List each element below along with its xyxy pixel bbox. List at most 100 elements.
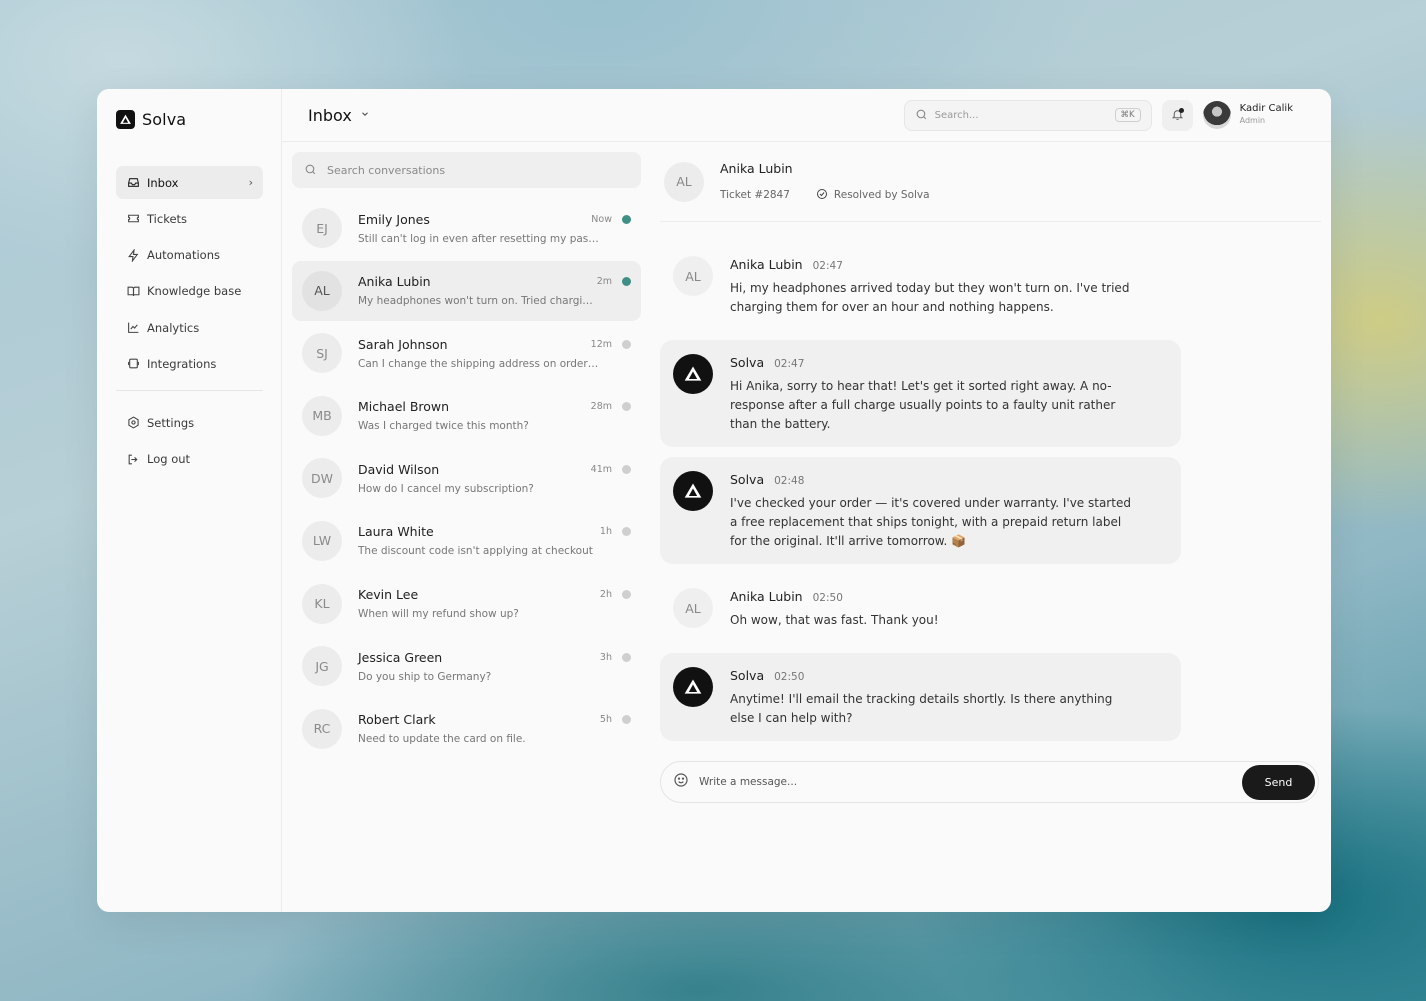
conversation-time: Now: [591, 213, 612, 225]
contact-avatar: AL: [664, 161, 704, 202]
page-title: Inbox: [308, 105, 352, 125]
content: EJ Emily Jones Now Still can't log in even …: [282, 142, 1331, 912]
conversation-item[interactable]: EJ Emily Jones Now Still can't log in even …: [292, 198, 641, 258]
contact-avatar: JG: [302, 646, 342, 687]
sidebar-divider: [116, 390, 263, 392]
chat-panel: AL Anika Lubin Ticket #2847 Resolved by …: [650, 142, 1331, 912]
message-input[interactable]: [699, 776, 1242, 788]
sidebar-item-integrations[interactable]: Integrations: [116, 347, 263, 380]
sidebar-item-settings[interactable]: Settings: [116, 406, 263, 439]
conversation-preview: My headphones won't turn on. Tried charg…: [358, 295, 599, 308]
message-time: 02:50: [774, 671, 805, 683]
status-dot: [622, 214, 631, 224]
sender-avatar: AL: [673, 588, 713, 628]
message-author: Anika Lubin: [730, 589, 803, 604]
chevron-right-icon: ›: [248, 176, 253, 189]
sidebar-item-label: Settings: [147, 415, 195, 430]
conversation-item[interactable]: JG Jessica Green 3h Do you ship to Germany?: [292, 636, 641, 696]
conversation-search-input[interactable]: [327, 163, 629, 177]
message-text: Oh wow, that was fast. Thank you!: [730, 613, 939, 627]
brand[interactable]: Solva: [116, 109, 263, 129]
status-dot: [622, 652, 631, 662]
sidebar-item-analytics[interactable]: Analytics: [116, 311, 263, 344]
contact-avatar: EJ: [302, 208, 342, 248]
notification-dot: [1178, 107, 1184, 113]
contact-avatar: KL: [302, 583, 342, 624]
sidebar-item-label: Log out: [147, 452, 191, 467]
check-circle-icon: [816, 188, 828, 203]
customer-message: AL Anika Lubin 02:50 Oh wow, that was fast.…: [660, 574, 1181, 643]
status-dot: [622, 402, 631, 412]
sidebar-item-knowledge-base[interactable]: Knowledge base: [116, 275, 263, 308]
conversation-item[interactable]: RC Robert Clark 5h Need to update the card …: [292, 699, 641, 759]
send-button[interactable]: Send: [1242, 764, 1315, 800]
contact-avatar: SJ: [302, 333, 342, 374]
inbox-icon: [126, 176, 140, 190]
solva-logo-icon: [673, 471, 713, 511]
integrations-icon: [126, 357, 140, 371]
resolved-label: Resolved by Solva: [833, 189, 930, 201]
logout-icon: [126, 452, 140, 466]
resolved-status: Resolved by Solva: [816, 188, 930, 203]
status-dot: [622, 590, 631, 600]
conversation-items: EJ Emily Jones Now Still can't log in even …: [292, 198, 650, 759]
conversation-item[interactable]: LW Laura White 1h The discount code isn't a…: [292, 511, 641, 571]
message-thread: AL Anika Lubin 02:47 Hi, my headphones arri…: [660, 222, 1321, 751]
chart-icon: [126, 321, 140, 335]
conversation-item[interactable]: MB Michael Brown 28m Was I charged twice th…: [292, 386, 641, 446]
message-time: 02:50: [812, 592, 843, 604]
conversation-item[interactable]: DW David Wilson 41m How do I cancel my subs…: [292, 448, 641, 508]
conversation-time: 41m: [590, 463, 612, 475]
global-search[interactable]: ⌘K: [903, 99, 1152, 131]
sidebar-item-tickets[interactable]: Tickets: [116, 202, 263, 235]
contact-avatar: LW: [302, 520, 342, 561]
sidebar-item-inbox[interactable]: Inbox ›: [116, 166, 263, 199]
sidebar-item-label: Analytics: [147, 320, 200, 335]
sender-avatar: AL: [673, 256, 713, 296]
search-shortcut: ⌘K: [1114, 108, 1141, 122]
conversation-item[interactable]: AL Anika Lubin 2m My headphones won't turn …: [292, 260, 641, 321]
conversation-time: 2m: [596, 276, 612, 288]
message-author: Solva: [730, 668, 765, 683]
notifications-button[interactable]: [1161, 99, 1193, 131]
bolt-icon: [126, 248, 140, 262]
sidebar-item-label: Integrations: [147, 356, 217, 371]
emoji-icon[interactable]: [673, 772, 689, 792]
book-icon: [126, 284, 140, 298]
conversation-preview: Still can't log in even after resetting …: [358, 232, 599, 245]
conversation-name: Anika Lubin: [358, 274, 431, 290]
conversation-list: EJ Emily Jones Now Still can't log in even …: [282, 142, 650, 912]
conversation-search[interactable]: [292, 152, 641, 188]
app-window: Solva Inbox › Tickets Automations Knowle…: [97, 89, 1331, 912]
conversation-name: Laura White: [358, 524, 434, 540]
bot-message: Solva 02:47 Hi Anika, sorry to hear that! …: [660, 340, 1181, 447]
conversation-preview: How do I cancel my subscription?: [358, 482, 534, 495]
conversation-item[interactable]: KL Kevin Lee 2h When will my refund show up…: [292, 574, 641, 634]
message-time: 02:47: [774, 358, 805, 370]
message-text: I've checked your order — it's covered u…: [730, 496, 1131, 548]
ticket-number: Ticket #2847: [720, 189, 790, 201]
avatar: [1202, 101, 1231, 129]
status-dot: [622, 527, 631, 537]
user-menu[interactable]: Kadir Calik Admin: [1202, 101, 1293, 129]
bot-message: Solva 02:50 Anytime! I'll email the tracki…: [660, 653, 1181, 741]
conversation-preview: Need to update the card on file.: [358, 733, 526, 746]
sidebar: Solva Inbox › Tickets Automations Knowle…: [97, 89, 282, 912]
sidebar-item-logout[interactable]: Log out: [116, 443, 263, 476]
conversation-name: David Wilson: [358, 461, 440, 477]
status-dot: [622, 339, 631, 349]
conversation-preview: When will my refund show up?: [358, 608, 519, 621]
conversation-item[interactable]: SJ Sarah Johnson 12m Can I change the shipp…: [292, 323, 641, 383]
sidebar-item-automations[interactable]: Automations: [116, 239, 263, 272]
global-search-input[interactable]: [934, 109, 1108, 121]
inbox-dropdown[interactable]: Inbox: [308, 106, 370, 125]
solva-logo-icon: [116, 109, 135, 129]
message-composer: Send: [660, 761, 1319, 803]
sidebar-item-label: Knowledge base: [147, 284, 242, 299]
solva-logo-icon: [673, 354, 713, 394]
conversation-preview: The discount code isn't applying at chec…: [358, 545, 593, 558]
chevron-down-icon: [360, 109, 370, 122]
solva-logo-icon: [673, 667, 713, 707]
message-author: Anika Lubin: [730, 257, 803, 272]
customer-message: AL Anika Lubin 02:47 Hi, my headphones arri…: [660, 242, 1181, 330]
